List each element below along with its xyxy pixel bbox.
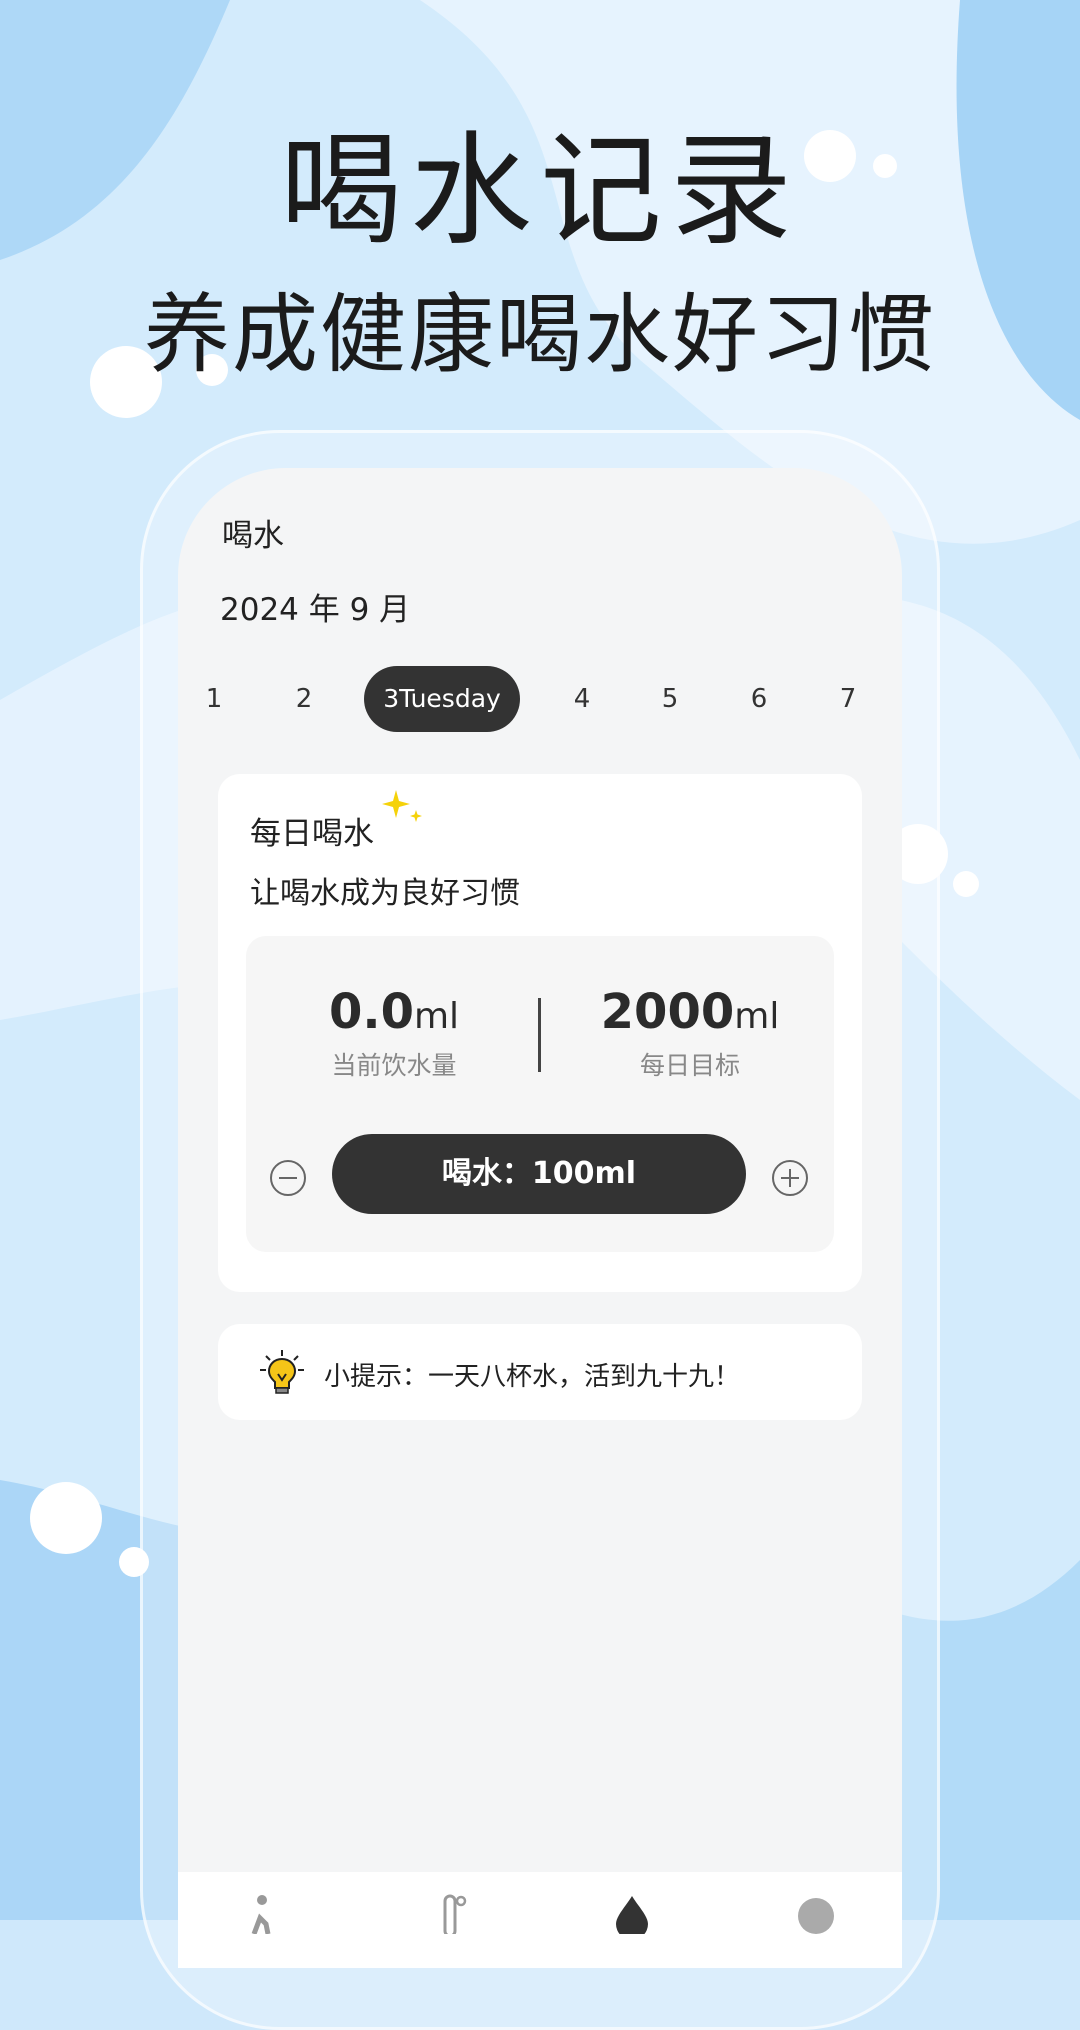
intake-panel: 0.0ml 当前饮水量 2000ml 每日目标 喝水：100ml bbox=[246, 936, 834, 1252]
lightbulb-icon bbox=[260, 1350, 304, 1394]
drink-button[interactable]: 喝水：100ml bbox=[332, 1134, 746, 1214]
card-subtitle: 让喝水成为良好习惯 bbox=[250, 876, 520, 911]
daily-goal-value: 2000 bbox=[600, 984, 735, 1040]
day-item[interactable]: 5 bbox=[640, 666, 700, 732]
increase-amount-button[interactable] bbox=[772, 1160, 808, 1196]
profile-icon[interactable] bbox=[796, 1894, 836, 1934]
day-item[interactable]: 7 bbox=[818, 666, 878, 732]
day-item[interactable]: 6 bbox=[729, 666, 789, 732]
day-item-selected[interactable]: 3Tuesday bbox=[364, 666, 520, 732]
daily-goal-label: 每日目标 bbox=[639, 1051, 740, 1080]
current-intake-label: 当前饮水量 bbox=[331, 1051, 457, 1080]
current-intake-value: 0.0 bbox=[328, 984, 414, 1040]
water-drop-icon[interactable] bbox=[612, 1894, 652, 1934]
daily-goal-unit: ml bbox=[734, 996, 780, 1037]
run-icon[interactable] bbox=[244, 1894, 278, 1934]
day-item[interactable]: 4 bbox=[552, 666, 612, 732]
tip-card: 小提示：一天八杯水，活到九十九！ bbox=[218, 1324, 862, 1420]
daily-goal: 2000ml 每日目标 bbox=[590, 984, 790, 1082]
day-item[interactable]: 2 bbox=[274, 666, 334, 732]
month-label[interactable]: 2024 年 9 月 bbox=[220, 584, 410, 629]
day-item[interactable]: 1 bbox=[184, 666, 244, 732]
headline-subtitle: 养成健康喝水好习惯 bbox=[144, 285, 936, 385]
bottom-tab-bar bbox=[178, 1872, 902, 1968]
daily-water-card: 每日喝水 让喝水成为良好习惯 0.0ml 当前饮水量 2000ml 每日目标 喝… bbox=[218, 774, 862, 1292]
decrease-amount-button[interactable] bbox=[270, 1160, 306, 1196]
sparkle-icon bbox=[382, 790, 422, 822]
current-intake-unit: ml bbox=[413, 996, 460, 1037]
page-title: 喝水 bbox=[222, 518, 284, 554]
current-intake: 0.0ml 当前饮水量 bbox=[294, 984, 494, 1082]
tip-text: 小提示：一天八杯水，活到九十九！ bbox=[324, 1362, 741, 1392]
thermometer-icon[interactable] bbox=[434, 1894, 468, 1934]
day-selector: 1 2 3Tuesday 4 5 6 7 bbox=[178, 666, 902, 736]
divider bbox=[538, 998, 541, 1072]
card-title: 每日喝水 bbox=[250, 816, 374, 852]
headline-title: 喝水记录 bbox=[280, 120, 800, 262]
app-screen: 喝水 2024 年 9 月 1 2 3Tuesday 4 5 6 7 每日喝水 … bbox=[178, 468, 902, 1968]
